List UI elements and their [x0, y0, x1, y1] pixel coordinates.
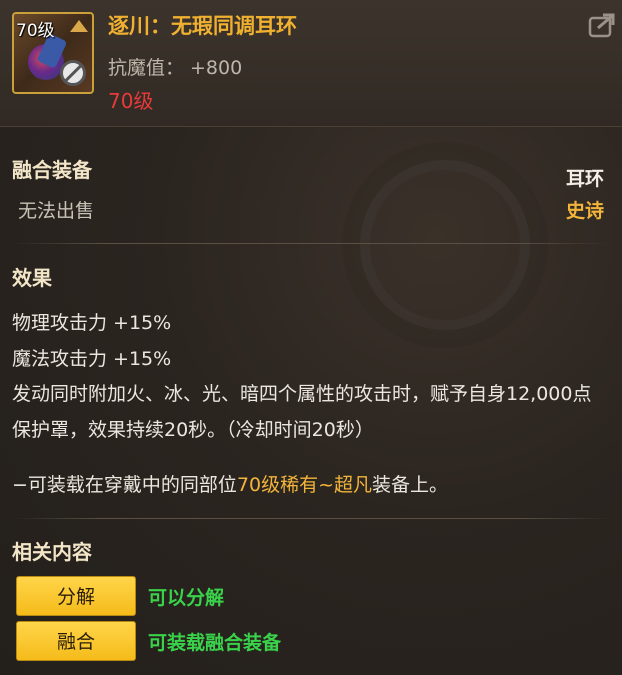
- fuse-button[interactable]: 融合: [16, 621, 136, 661]
- item-stat: 抗魔值： +800: [108, 53, 242, 80]
- note-prefix: −可装载在穿戴中的同部位: [12, 474, 237, 496]
- effect-line: 物理攻击力 +15%: [12, 312, 172, 334]
- disassemble-button[interactable]: 分解: [16, 576, 136, 616]
- stat-value: +800: [190, 57, 243, 79]
- item-level-badge: 70级: [16, 21, 55, 41]
- share-icon[interactable]: [588, 12, 616, 38]
- divider: [12, 518, 610, 519]
- item-tooltip: 70级 逐川：无瑕同调耳环 抗魔值： +800 70级 融合装备 无法出售 耳环 …: [0, 0, 622, 675]
- level-requirement: 70级: [108, 89, 154, 113]
- section-title-related: 相关内容: [12, 540, 92, 564]
- equip-note: −可装载在穿戴中的同部位70级稀有~超凡装备上。: [12, 470, 448, 497]
- crown-icon: [70, 20, 88, 32]
- item-icon[interactable]: 70级: [12, 12, 94, 94]
- background-emblem: [360, 160, 530, 330]
- note-highlight: 70级稀有~超凡: [236, 474, 373, 496]
- effect-description: 发动同时附加火、冰、光、暗四个属性的攻击时，赋予自身12,000点保护罩，效果持…: [12, 383, 592, 441]
- tooltip-header: 70级 逐川：无瑕同调耳环 抗魔值： +800 70级: [0, 0, 622, 127]
- no-sell-icon: [60, 60, 86, 86]
- disassemble-description: 可以分解: [148, 587, 225, 609]
- divider: [12, 243, 610, 244]
- section-title-effect: 效果: [12, 266, 52, 290]
- rarity-label: 史诗: [565, 200, 604, 222]
- effect-line: 魔法攻击力 +15%: [12, 348, 172, 370]
- section-title-fusion: 融合装备: [12, 158, 92, 182]
- item-title: 逐川：无瑕同调耳环: [108, 14, 297, 38]
- sell-status: 无法出售: [18, 200, 95, 222]
- equipment-slot: 耳环: [565, 168, 604, 190]
- stat-label: 抗魔值：: [108, 57, 185, 79]
- fuse-description: 可装载融合装备: [148, 632, 282, 654]
- note-suffix: 装备上。: [372, 474, 449, 496]
